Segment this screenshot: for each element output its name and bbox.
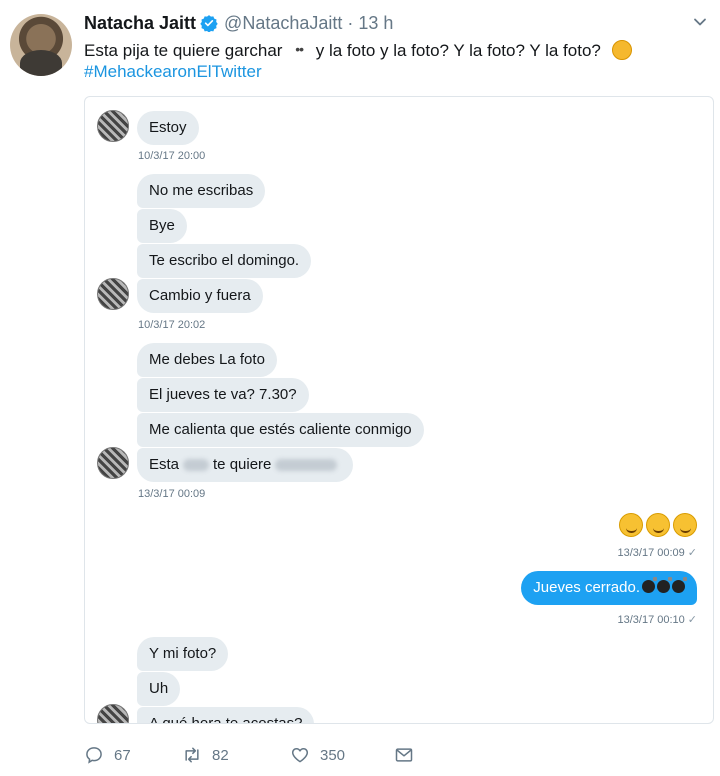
message-timestamp: 13/3/17 00:10 ✓ [617,613,697,626]
eyes-emoji-icon: •• [295,41,304,57]
retweet-button[interactable]: 82 [182,745,290,765]
tweet-actions: 67 82 350 [84,740,414,770]
message-bubble: Me debes La foto [137,343,277,377]
hashtag-link[interactable]: #MehackearonElTwitter [84,61,262,83]
avatar[interactable] [10,14,72,76]
verified-badge-icon [200,15,218,32]
message-text: te quiere [213,456,272,473]
message-bubble: Uh [137,672,181,706]
message-bubble: Estoy [137,111,199,145]
blurred-word [183,459,210,472]
message-timestamp: 13/3/17 00:09 ✓ [617,546,697,559]
contact-avatar [97,704,129,723]
bomb-emoji-icon [642,577,657,593]
read-check-icon: ✓ [687,614,697,626]
attached-image[interactable]: Estoy 10/3/17 20:00 No me escribas Bye T… [84,96,714,724]
message-bubble-censored: Esta te quiere [137,448,354,482]
tweet-text-part2: y la foto y la foto? Y la foto? Y la fot… [315,41,601,60]
contact-avatar [97,110,129,142]
separator-dot: · [347,12,354,33]
reply-count: 67 [114,746,131,764]
message-bubble: A qué hora te acostas? [137,707,315,723]
reply-button[interactable]: 67 [84,745,182,765]
like-count: 350 [320,746,346,764]
message-bubble: No me escribas [137,174,266,208]
message-bubble: Y mi foto? [137,637,229,671]
bomb-emoji-icon [672,577,687,593]
like-button[interactable]: 350 [290,745,394,765]
direct-message-button[interactable] [394,745,414,765]
message-timestamp: 10/3/17 20:00 [138,150,206,162]
sent-message-bubble: Jueves cerrado. [521,571,697,605]
tweet-header: Natacha Jaitt @NatachaJaitt · 13 h [84,12,393,34]
author-name[interactable]: Natacha Jaitt [84,13,196,34]
retweet-count: 82 [212,746,229,764]
contact-avatar [97,447,129,479]
message-bubble: Cambio y fuera [137,279,263,313]
tweet-text-part1: Esta pija te quiere garchar [84,41,283,60]
message-bubble: Te escribo el domingo. [137,244,312,278]
message-timestamp: 10/3/17 20:02 [138,319,206,331]
retweet-icon [185,747,199,763]
envelope-icon [395,748,413,762]
contact-avatar [97,278,129,310]
dm-conversation: Estoy 10/3/17 20:00 No me escribas Bye T… [85,97,713,723]
reply-icon [86,747,102,764]
message-bubble: Bye [137,209,187,243]
message-text: Esta [149,456,180,473]
message-bubble: Me calienta que estés caliente conmigo [137,413,424,447]
read-check-icon: ✓ [687,547,697,559]
emoji-message [616,513,697,541]
bomb-emoji-icon [657,577,672,593]
tweet-time[interactable]: 13 h [358,13,393,34]
chevron-down-icon[interactable] [692,14,708,30]
blurred-word [275,459,338,472]
message-text: Jueves cerrado. [533,579,640,596]
tired-face-emoji-icon [611,40,632,60]
smirk-emoji-icon [619,513,643,537]
author-handle[interactable]: @NatachaJaitt [224,13,342,34]
timestamp-text: 13/3/17 00:09 [617,547,685,559]
heart-icon [291,748,309,763]
smirk-emoji-icon [673,513,697,537]
message-timestamp: 13/3/17 00:09 [138,488,206,500]
smirk-emoji-icon [646,513,670,537]
message-bubble: El jueves te va? 7.30? [137,378,309,412]
timestamp-text: 13/3/17 00:10 [617,614,685,626]
tweet-text: Esta pija te quiere garchar •• y la foto… [84,38,632,62]
